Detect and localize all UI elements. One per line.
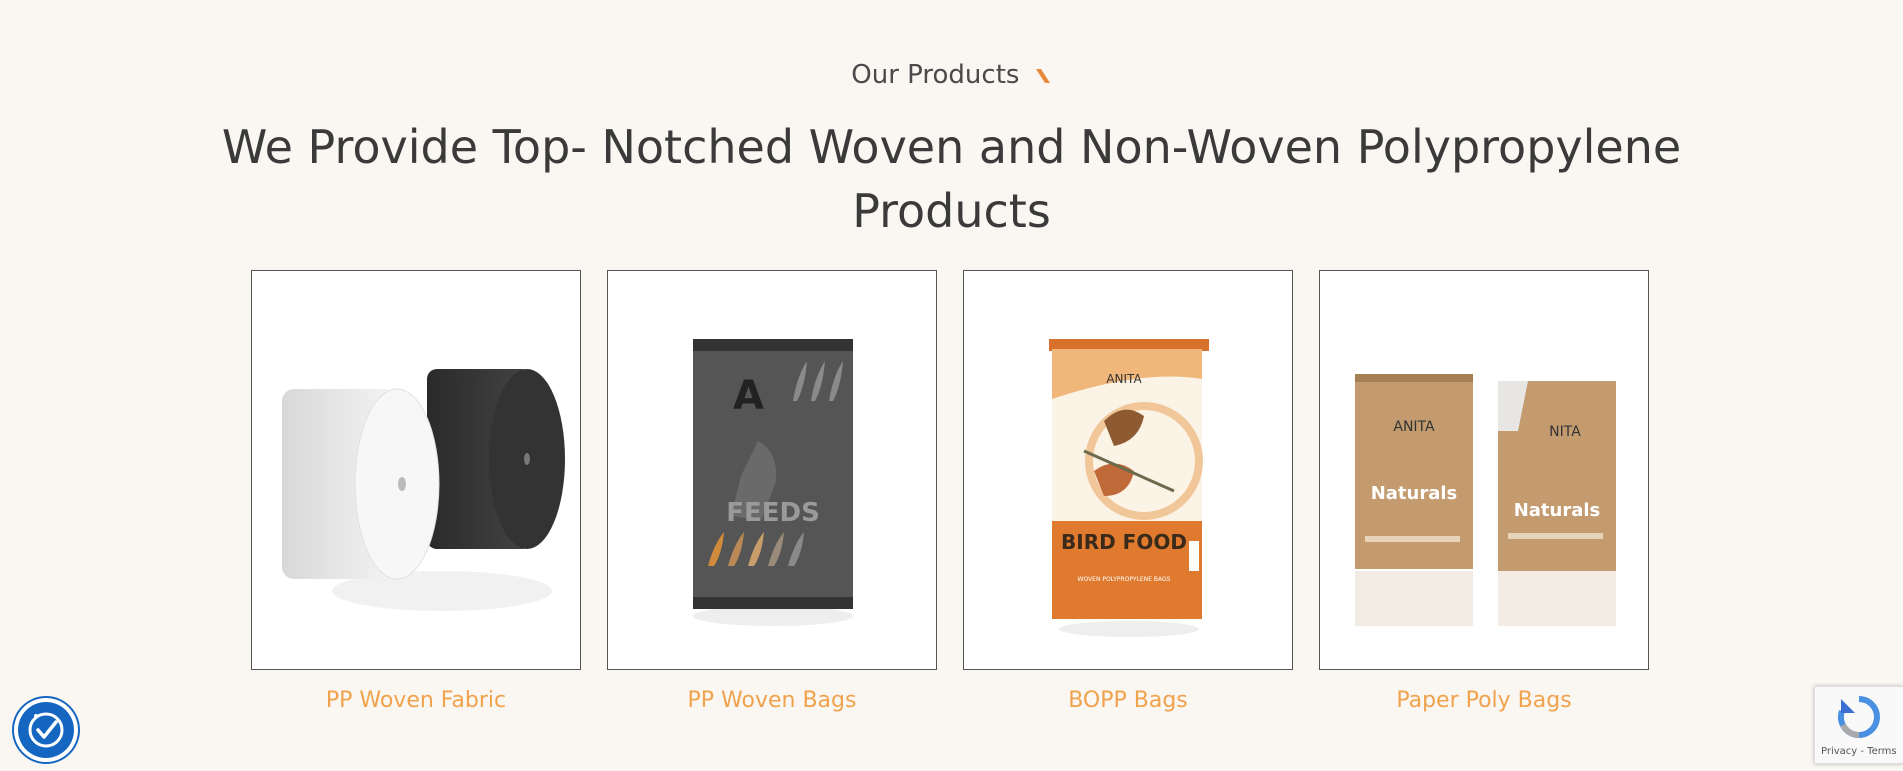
- accent-slash-icon: [1035, 68, 1050, 83]
- accessibility-check-icon: [28, 712, 64, 748]
- recaptcha-icon: [1837, 696, 1880, 738]
- recaptcha-badge[interactable]: Privacy - Terms: [1814, 686, 1903, 764]
- product-title-bopp-bags[interactable]: BOPP Bags: [963, 688, 1293, 713]
- svg-text:NITA: NITA: [1549, 424, 1581, 440]
- paper-poly-bags-image: ANITA Naturals NITA Naturals: [1355, 374, 1616, 626]
- svg-text:ANITA: ANITA: [1393, 419, 1435, 435]
- product-card-paper-poly-bags[interactable]: ANITA Naturals NITA Naturals: [1319, 270, 1649, 670]
- product-title-paper-poly-bags[interactable]: Paper Poly Bags: [1319, 688, 1649, 713]
- product-title-pp-woven-bags[interactable]: PP Woven Bags: [607, 688, 937, 713]
- accessibility-button[interactable]: [18, 702, 74, 758]
- svg-text:Naturals: Naturals: [1371, 483, 1458, 504]
- recaptcha-links[interactable]: Privacy - Terms: [1821, 746, 1897, 757]
- svg-text:ANITA: ANITA: [1106, 372, 1142, 386]
- svg-text:A: A: [733, 373, 764, 419]
- section-headline: We Provide Top- Notched Woven and Non-Wo…: [221, 120, 1682, 238]
- pp-woven-fabric-image: [282, 369, 565, 611]
- bopp-bags-image: ANITA BIRD FOOD WOVEN POLYPROPYLENE BAGS: [1049, 339, 1209, 637]
- svg-text:FEEDS: FEEDS: [726, 498, 820, 528]
- pp-woven-bags-image: A FEEDS: [693, 339, 853, 626]
- product-card-pp-woven-bags[interactable]: A FEEDS: [607, 270, 937, 670]
- svg-text:BIRD FOOD: BIRD FOOD: [1061, 530, 1187, 554]
- eyebrow: Our Products: [0, 60, 1903, 90]
- svg-text:WOVEN POLYPROPYLENE BAGS: WOVEN POLYPROPYLENE BAGS: [1078, 576, 1171, 583]
- eyebrow-text: Our Products: [851, 60, 1020, 90]
- product-card-pp-woven-fabric[interactable]: [251, 270, 581, 670]
- product-title-pp-woven-fabric[interactable]: PP Woven Fabric: [251, 688, 581, 713]
- svg-text:Naturals: Naturals: [1514, 500, 1601, 521]
- product-card-bopp-bags[interactable]: ANITA BIRD FOOD WOVEN POLYPROPYLENE BAGS: [963, 270, 1293, 670]
